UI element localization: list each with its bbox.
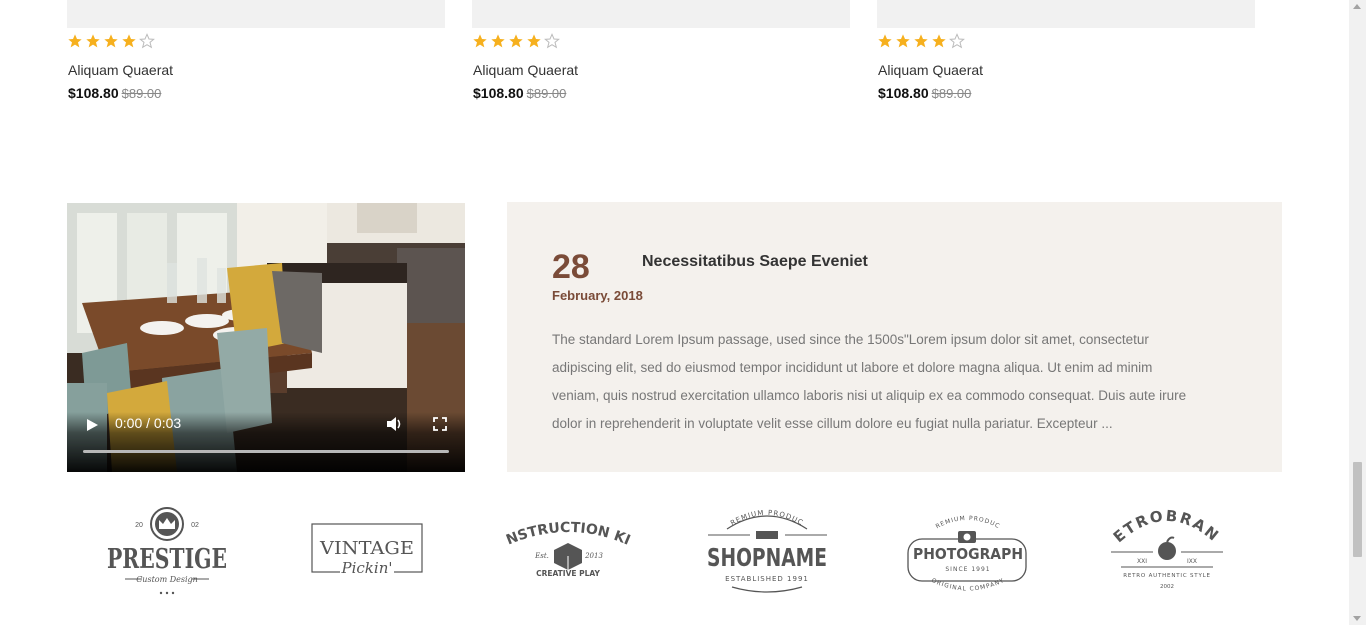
old-price: $89.00: [526, 86, 567, 101]
product-image[interactable]: [472, 0, 850, 28]
scroll-down-arrow-icon[interactable]: [1353, 616, 1361, 621]
brand-logo-prestige[interactable]: 20 02 PRESTIGE Custom Design: [97, 505, 237, 600]
product-card[interactable]: Aliquam Quaerat $108.80 $89.00: [472, 0, 850, 101]
star-icon: [914, 34, 928, 48]
scroll-up-arrow-icon[interactable]: [1353, 4, 1361, 9]
star-icon: [544, 33, 560, 49]
construction-sub: CREATIVE PLAY: [536, 569, 600, 578]
product-price: $108.80 $89.00: [473, 85, 566, 101]
retrobrand-right: IXX: [1187, 558, 1197, 565]
video-time: 0:00 / 0:03: [115, 415, 182, 431]
vintage-name: VINTAGE: [319, 538, 414, 559]
play-icon[interactable]: [85, 418, 99, 432]
fullscreen-icon[interactable]: [433, 417, 447, 431]
star-icon: [86, 34, 100, 48]
post-month-year: February, 2018: [552, 288, 643, 303]
prestige-year-right: 02: [191, 522, 199, 529]
construction-year: 2013: [584, 552, 603, 560]
photograph-top: PREMIUM PRODUCT: [898, 505, 1000, 530]
prestige-name: PRESTIGE: [107, 544, 227, 575]
star-icon: [932, 34, 946, 48]
brand-logo-shopname[interactable]: PREMIUM PRODUCT SHOPNAME ESTABLISHED 199…: [700, 505, 835, 600]
brand-logo-photograph[interactable]: PREMIUM PRODUCT PHOTOGRAPH SINCE 1991 OR…: [898, 505, 1038, 600]
brand-logo-construction-kids[interactable]: CONSTRUCTION KIDS Est. 2013 CREATIVE PLA…: [502, 505, 634, 600]
post-excerpt: The standard Lorem Ipsum passage, used s…: [552, 332, 1187, 431]
star-icon: [473, 34, 487, 48]
rating-stars: [877, 33, 965, 51]
page-scrollbar[interactable]: [1349, 0, 1366, 625]
product-image[interactable]: [877, 0, 1255, 28]
shopname-top: PREMIUM PRODUCT: [700, 505, 804, 527]
svg-text:PREMIUM PRODUCT: PREMIUM PRODUCT: [898, 505, 1001, 530]
retrobrand-sub: RETRO AUTHENTIC STYLE: [1123, 573, 1211, 579]
blog-post-card: 28 February, 2018 Necessitatibus Saepe E…: [507, 202, 1282, 472]
post-day: 28: [552, 248, 590, 286]
photograph-sub: ORIGINAL COMPANY: [930, 577, 1005, 592]
retrobrand-left: XXI: [1137, 558, 1147, 565]
star-icon: [949, 33, 965, 49]
star-icon: [104, 34, 118, 48]
video-controls: 0:00 / 0:03: [67, 412, 465, 472]
star-icon: [878, 34, 892, 48]
scrollbar-thumb[interactable]: [1353, 462, 1362, 557]
product-name[interactable]: Aliquam Quaerat: [68, 62, 173, 78]
star-icon: [139, 33, 155, 49]
svg-text:CONSTRUCTION KIDS: CONSTRUCTION KIDS: [502, 505, 633, 549]
old-price: $89.00: [931, 86, 972, 101]
prestige-year-left: 20: [135, 522, 143, 529]
brand-logo-vintage[interactable]: VINTAGE Pickin': [302, 505, 432, 600]
prestige-sub: Custom Design: [136, 575, 198, 584]
photograph-mid: SINCE 1991: [945, 566, 990, 573]
current-price: $108.80: [68, 85, 119, 101]
old-price: $89.00: [121, 86, 162, 101]
video-player[interactable]: 0:00 / 0:03: [67, 203, 465, 472]
shopname-sub: ESTABLISHED 1991: [725, 575, 809, 583]
brand-logo-retrobrand[interactable]: RETROBRAND XXI IXX RETRO AUTHENTIC STYLE…: [1097, 505, 1237, 600]
product-card[interactable]: Aliquam Quaerat $108.80 $89.00: [67, 0, 445, 101]
star-icon: [896, 34, 910, 48]
star-icon: [491, 34, 505, 48]
rating-stars: [472, 33, 560, 51]
construction-est: Est.: [534, 552, 549, 560]
video-progress-track[interactable]: [83, 450, 449, 453]
current-price: $108.80: [878, 85, 929, 101]
product-image[interactable]: [67, 0, 445, 28]
star-icon: [527, 34, 541, 48]
svg-text:ORIGINAL COMPANY: ORIGINAL COMPANY: [930, 577, 1006, 592]
product-name[interactable]: Aliquam Quaerat: [878, 62, 983, 78]
svg-text:PREMIUM PRODUCT: PREMIUM PRODUCT: [700, 505, 805, 527]
product-price: $108.80 $89.00: [68, 85, 161, 101]
star-icon: [122, 34, 136, 48]
star-icon: [509, 34, 523, 48]
shopname-name: SHOPNAME: [707, 543, 827, 572]
product-price: $108.80 $89.00: [878, 85, 971, 101]
svg-text:RETROBRAND: RETROBRAND: [1097, 505, 1223, 546]
vintage-sub: Pickin': [341, 559, 393, 577]
volume-icon[interactable]: [385, 415, 403, 433]
current-price: $108.80: [473, 85, 524, 101]
product-name[interactable]: Aliquam Quaerat: [473, 62, 578, 78]
star-icon: [68, 34, 82, 48]
rating-stars: [67, 33, 155, 51]
retrobrand-name: RETROBRAND: [1097, 505, 1221, 546]
post-title[interactable]: Necessitatibus Saepe Eveniet: [642, 253, 868, 271]
retrobrand-year: 2002: [1160, 584, 1174, 590]
product-card[interactable]: Aliquam Quaerat $108.80 $89.00: [877, 0, 1255, 101]
construction-name: CONSTRUCTION KIDS: [502, 505, 633, 549]
photograph-name: PHOTOGRAPH: [913, 545, 1023, 563]
